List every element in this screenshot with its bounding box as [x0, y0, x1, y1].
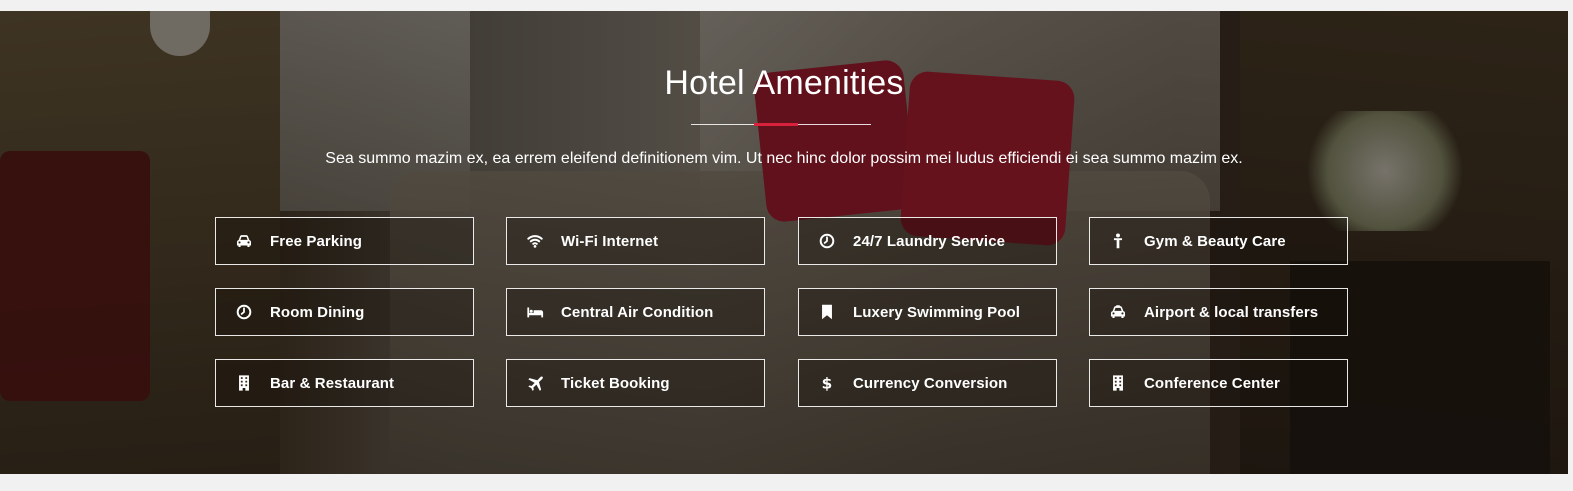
section-subtitle: Sea summo mazim ex, ea errem eleifend de…: [325, 150, 1243, 167]
amenity-label: Gym & Beauty Care: [1144, 232, 1286, 250]
amenity-wifi-internet[interactable]: Wi-Fi Internet: [506, 217, 765, 265]
amenity-gym-beauty-care[interactable]: Gym & Beauty Care: [1089, 217, 1348, 265]
amenity-conference-center[interactable]: Conference Center: [1089, 359, 1348, 407]
amenity-label: Airport & local transfers: [1144, 303, 1319, 321]
car-icon: [235, 232, 253, 250]
amenity-label: Wi-Fi Internet: [561, 232, 659, 250]
amenity-free-parking[interactable]: Free Parking: [215, 217, 474, 265]
clock-icon: [818, 232, 836, 250]
amenities-section: Hotel Amenities Sea summo mazim ex, ea e…: [0, 11, 1568, 474]
building-icon: [1109, 374, 1127, 392]
amenity-label: Free Parking: [270, 232, 363, 250]
amenity-laundry-service[interactable]: 24/7 Laundry Service: [798, 217, 1057, 265]
amenity-label: Bar & Restaurant: [270, 374, 395, 392]
amenity-currency-conversion[interactable]: $ Currency Conversion: [798, 359, 1057, 407]
amenity-label: Room Dining: [270, 303, 365, 321]
dollar-icon: $: [818, 374, 836, 392]
amenity-ticket-booking[interactable]: Ticket Booking: [506, 359, 765, 407]
amenity-label: 24/7 Laundry Service: [853, 232, 1006, 250]
amenity-airport-transfers[interactable]: Airport & local transfers: [1089, 288, 1348, 336]
amenity-central-air-condition[interactable]: Central Air Condition: [506, 288, 765, 336]
plane-icon: [526, 374, 544, 392]
amenity-label: Conference Center: [1144, 374, 1280, 392]
amenity-room-dining[interactable]: Room Dining: [215, 288, 474, 336]
person-icon: [1109, 232, 1127, 250]
section-title: Hotel Amenities: [664, 64, 904, 102]
title-divider: [691, 123, 871, 126]
amenity-label: Central Air Condition: [561, 303, 714, 321]
building-icon: [235, 374, 253, 392]
amenity-label: Currency Conversion: [853, 374, 1008, 392]
wifi-icon: [526, 232, 544, 250]
taxi-icon: [1109, 303, 1127, 321]
bed-icon: [526, 303, 544, 321]
clock-icon: [235, 303, 253, 321]
bookmark-icon: [818, 303, 836, 321]
amenity-label: Luxery Swimming Pool: [853, 303, 1021, 321]
amenity-swimming-pool[interactable]: Luxery Swimming Pool: [798, 288, 1057, 336]
svg-text:$: $: [822, 374, 833, 392]
amenity-bar-restaurant[interactable]: Bar & Restaurant: [215, 359, 474, 407]
title-divider-accent: [754, 123, 798, 126]
amenity-label: Ticket Booking: [561, 374, 670, 392]
